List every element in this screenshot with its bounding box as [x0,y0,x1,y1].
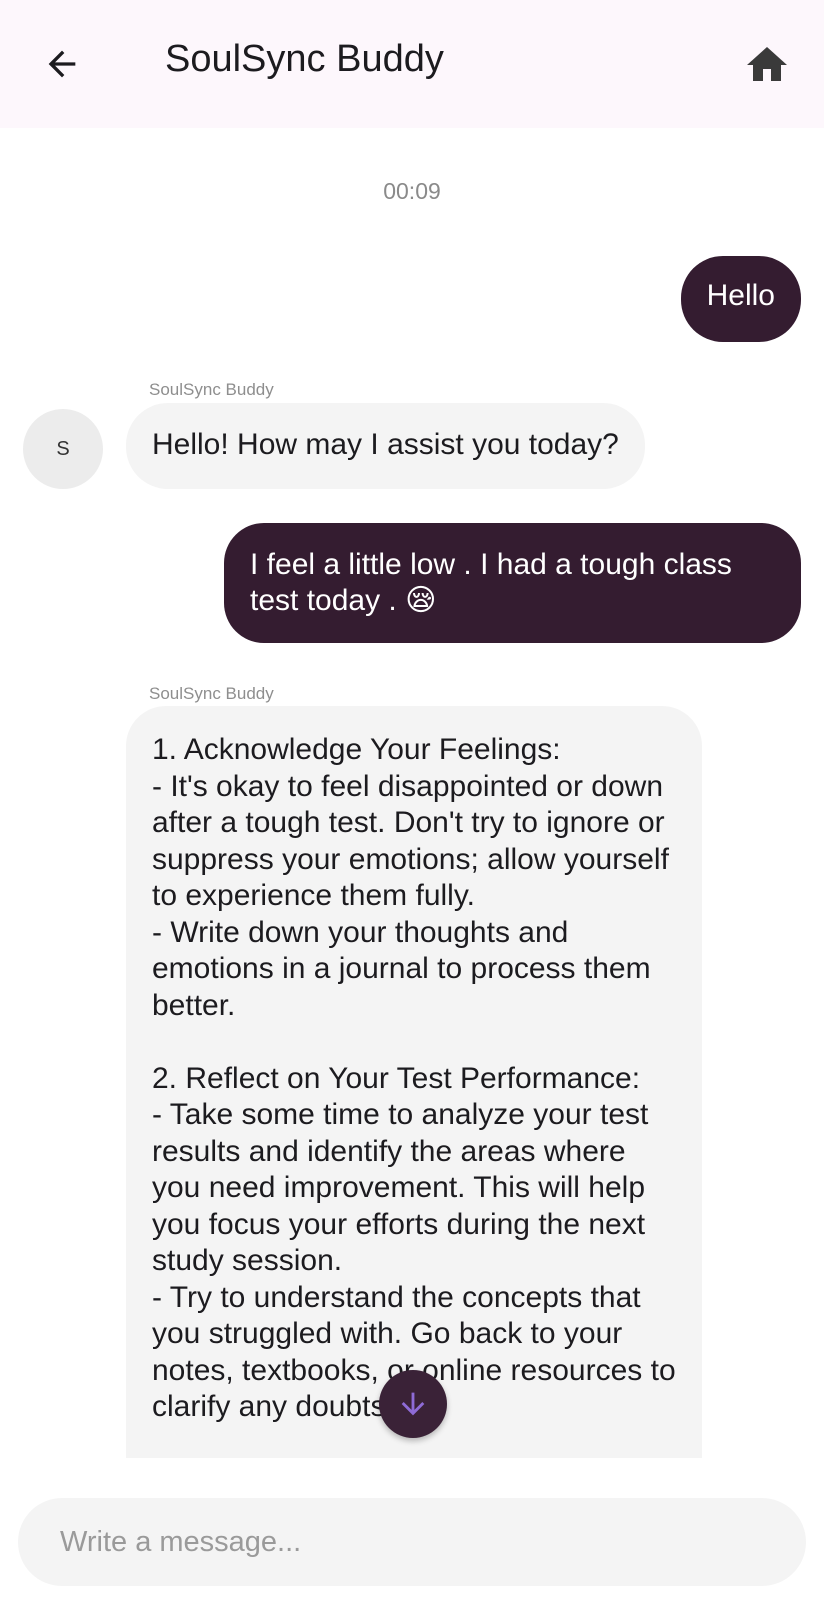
message-input[interactable] [60,1525,806,1559]
user-message: I feel a little low . I had a tough clas… [224,523,801,643]
back-button[interactable] [38,40,86,88]
bot-avatar: S [23,409,103,489]
bot-message: Hello! How may I assist you today? [126,403,645,489]
arrow-back-icon [48,50,76,78]
avatar-letter: S [56,437,70,460]
home-button[interactable] [742,40,792,90]
message-composer [18,1498,806,1586]
page-title: SoulSync Buddy [165,38,444,80]
app-bar: SoulSync Buddy [0,0,824,128]
scroll-to-bottom-button[interactable] [379,1370,447,1438]
arrow-down-icon [401,1392,425,1416]
sender-name: SoulSync Buddy [149,684,274,703]
chat-area[interactable]: 00:09 Hello SoulSync Buddy S Hello! How … [0,128,824,1458]
sender-name: SoulSync Buddy [149,380,274,399]
bot-message: 1. Acknowledge Your Feelings: - It's oka… [126,706,702,1458]
chat-timestamp: 00:09 [383,178,441,204]
home-icon [747,47,787,81]
user-message: Hello [680,256,801,342]
